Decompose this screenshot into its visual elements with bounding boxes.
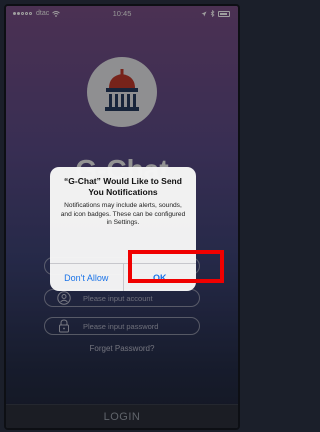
alert-message: Notifications may include alerts, sounds…	[60, 202, 186, 226]
dont-allow-button[interactable]: Don't Allow	[50, 264, 124, 291]
phone-screen: dtac 10:45 G-Chat Please	[4, 4, 240, 430]
ok-button-highlight	[128, 250, 224, 283]
alert-title: “G-Chat” Would Like to Send You Notifica…	[64, 176, 182, 197]
